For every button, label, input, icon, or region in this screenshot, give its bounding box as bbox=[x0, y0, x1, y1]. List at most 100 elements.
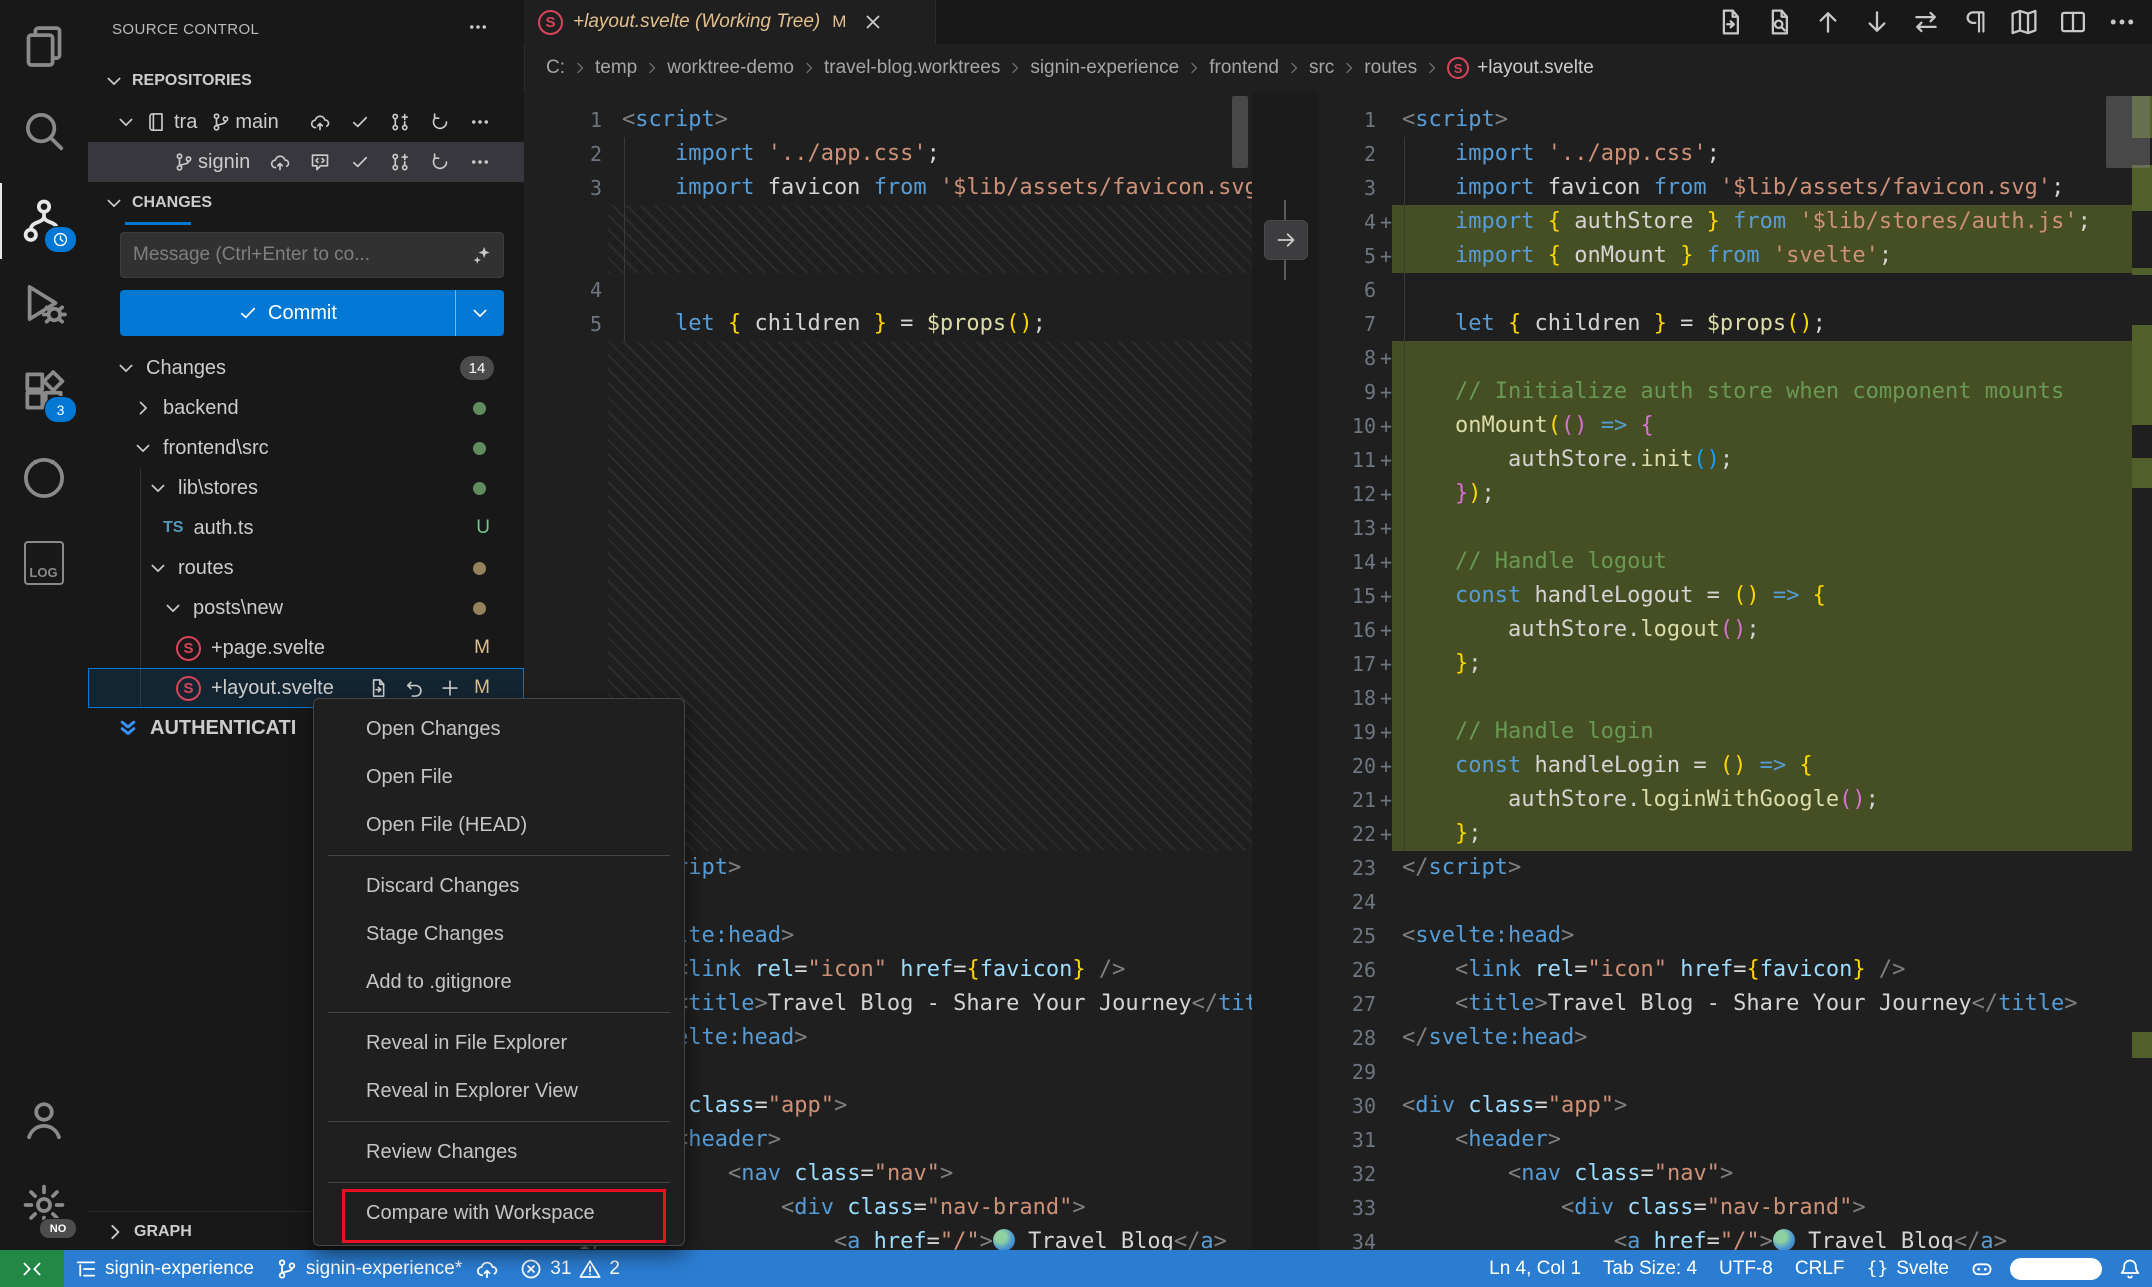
refresh-icon[interactable] bbox=[430, 112, 450, 132]
status-copilot[interactable] bbox=[1960, 1250, 2004, 1287]
breadcrumb-item[interactable]: src bbox=[1309, 57, 1334, 79]
tree-item-posts-new[interactable]: posts\new bbox=[88, 588, 524, 628]
previous-change-icon[interactable] bbox=[1814, 8, 1842, 36]
create-pull-request-icon[interactable] bbox=[390, 152, 410, 172]
discard-icon[interactable] bbox=[404, 678, 424, 698]
section-changes[interactable]: CHANGES bbox=[88, 182, 524, 224]
tree-item-backend[interactable]: backend bbox=[88, 388, 524, 428]
scrollbar-thumb[interactable] bbox=[1232, 96, 1248, 168]
status-tab-size[interactable]: Tab Size: 4 bbox=[1592, 1250, 1708, 1287]
create-pull-request-icon[interactable] bbox=[390, 112, 410, 132]
code-line: 20+ const handleLogin = () => { bbox=[1318, 749, 2152, 783]
activity-item-logs[interactable]: LOG bbox=[0, 525, 87, 601]
breadcrumb-item[interactable]: travel-blog.worktrees bbox=[824, 57, 1000, 79]
swap-sides-icon[interactable] bbox=[1912, 8, 1940, 36]
worktree-row[interactable]: signin bbox=[88, 142, 524, 182]
more-icon[interactable] bbox=[470, 112, 490, 132]
copilot-sparkle-icon[interactable] bbox=[471, 245, 491, 265]
settings-badge: NO bbox=[39, 1218, 77, 1239]
status-problems[interactable]: 31 2 bbox=[509, 1250, 631, 1287]
chevron-down-icon bbox=[470, 303, 490, 323]
menu-item-reveal-in-explorer-view[interactable]: Reveal in Explorer View bbox=[320, 1067, 678, 1115]
whitespace-icon[interactable] bbox=[1961, 8, 1989, 36]
tree-item-routes[interactable]: routes bbox=[88, 548, 524, 588]
menu-item-reveal-in-file-explorer[interactable]: Reveal in File Explorer bbox=[320, 1019, 678, 1067]
diff-modified-pane[interactable]: 1<script>2 import '../app.css';3 import … bbox=[1318, 92, 2152, 1250]
scrollbar-thumb[interactable] bbox=[2106, 96, 2150, 168]
menu-item-stage-changes[interactable]: Stage Changes bbox=[320, 910, 678, 958]
copilot-status-pill[interactable] bbox=[2010, 1258, 2102, 1280]
refresh-icon[interactable] bbox=[430, 152, 450, 172]
status-notifications[interactable] bbox=[2108, 1250, 2152, 1287]
remote-indicator[interactable] bbox=[0, 1250, 64, 1287]
tree-item-label: +page.svelte bbox=[211, 637, 325, 660]
status-workspace[interactable]: signin-experience bbox=[64, 1250, 265, 1287]
diff-insert-arrow-button[interactable] bbox=[1264, 220, 1308, 260]
menu-item-discard-changes[interactable]: Discard Changes bbox=[320, 862, 678, 910]
breadcrumb-item[interactable]: worktree-demo bbox=[667, 57, 794, 79]
activity-item-extensions[interactable]: 3 bbox=[0, 353, 87, 429]
menu-item-compare-with-workspace[interactable]: Compare with Workspace bbox=[320, 1189, 678, 1237]
activity-item-source-control[interactable] bbox=[0, 183, 87, 259]
sidebar-more-actions[interactable] bbox=[468, 17, 488, 37]
tree-item-auth-ts[interactable]: TSauth.tsU bbox=[88, 508, 524, 548]
activity-item-accounts[interactable] bbox=[0, 1082, 87, 1158]
map-icon[interactable] bbox=[2010, 8, 2038, 36]
tree-item-frontend-src[interactable]: frontend\src bbox=[88, 428, 524, 468]
breadcrumb-item[interactable]: C: bbox=[546, 57, 565, 79]
commit-button[interactable]: Commit bbox=[120, 290, 504, 336]
commit-check-icon[interactable] bbox=[350, 112, 370, 132]
commit-message-input[interactable]: Message (Ctrl+Enter to co... bbox=[120, 232, 504, 278]
breadcrumb-item[interactable]: signin-experience bbox=[1030, 57, 1179, 79]
breadcrumb-item[interactable]: frontend bbox=[1209, 57, 1279, 79]
go-file-icon[interactable] bbox=[368, 678, 388, 698]
publish-icon[interactable] bbox=[310, 112, 330, 132]
activity-item-settings[interactable]: NO bbox=[0, 1167, 87, 1243]
section-repositories[interactable]: REPOSITORIES bbox=[88, 60, 524, 102]
menu-item-review-changes[interactable]: Review Changes bbox=[320, 1128, 678, 1176]
open-file-icon[interactable] bbox=[1716, 8, 1744, 36]
next-change-icon[interactable] bbox=[1863, 8, 1891, 36]
tree-item--page-svelte[interactable]: S+page.svelteM bbox=[88, 628, 524, 668]
breadcrumb-item[interactable]: temp bbox=[595, 57, 637, 79]
braces-icon: {} bbox=[1867, 1258, 1889, 1279]
breadcrumb-file[interactable]: S+layout.svelte bbox=[1447, 57, 1594, 79]
status-eol[interactable]: CRLF bbox=[1784, 1250, 1856, 1287]
diff-sash bbox=[1252, 92, 1318, 1250]
file-search-icon[interactable] bbox=[1765, 8, 1793, 36]
activity-item-github[interactable] bbox=[0, 440, 87, 516]
plus-icon[interactable] bbox=[440, 678, 460, 698]
status-encoding[interactable]: UTF-8 bbox=[1708, 1250, 1784, 1287]
menu-item-open-changes[interactable]: Open Changes bbox=[320, 705, 678, 753]
close-icon[interactable] bbox=[862, 11, 884, 33]
cursor-position-label: Ln 4, Col 1 bbox=[1489, 1258, 1581, 1280]
activity-item-search[interactable] bbox=[0, 93, 87, 169]
line-number: 2 bbox=[524, 137, 602, 171]
changes-group-row[interactable]: Changes 14 bbox=[88, 348, 524, 388]
menu-item-add-to-gitignore[interactable]: Add to .gitignore bbox=[320, 958, 678, 1006]
breadcrumb-separator-icon bbox=[1424, 60, 1440, 76]
more-actions-icon[interactable] bbox=[2108, 8, 2136, 36]
split-editor-icon[interactable] bbox=[2059, 8, 2087, 36]
change-dot bbox=[473, 442, 486, 455]
line-number: 9 bbox=[1318, 375, 1376, 409]
tree-item-lib-stores[interactable]: lib\stores bbox=[88, 468, 524, 508]
activity-item-explorer[interactable] bbox=[0, 8, 87, 84]
commit-check-icon[interactable] bbox=[350, 152, 370, 172]
breadcrumb-item[interactable]: routes bbox=[1364, 57, 1417, 79]
publish-icon[interactable] bbox=[270, 152, 290, 172]
tab-layout-svelte[interactable]: S +layout.svelte (Working Tree) M bbox=[524, 0, 936, 44]
activity-item-run-debug[interactable] bbox=[0, 265, 87, 341]
commit-dropdown-button[interactable] bbox=[455, 290, 504, 336]
comment-icon[interactable] bbox=[310, 152, 330, 172]
code-line: 5+ import { onMount } from 'svelte'; bbox=[1318, 239, 2152, 273]
status-branch[interactable]: signin-experience* bbox=[265, 1250, 509, 1287]
more-icon[interactable] bbox=[470, 152, 490, 172]
status-language[interactable]: {} Svelte bbox=[1856, 1250, 1961, 1287]
chevron-down-icon bbox=[148, 478, 168, 498]
code-line: 21+ authStore.loginWithGoogle(); bbox=[1318, 783, 2152, 817]
repo-row[interactable]: tra main bbox=[88, 102, 524, 142]
menu-item-open-file-head-[interactable]: Open File (HEAD) bbox=[320, 801, 678, 849]
menu-item-open-file[interactable]: Open File bbox=[320, 753, 678, 801]
status-cursor-position[interactable]: Ln 4, Col 1 bbox=[1478, 1250, 1592, 1287]
